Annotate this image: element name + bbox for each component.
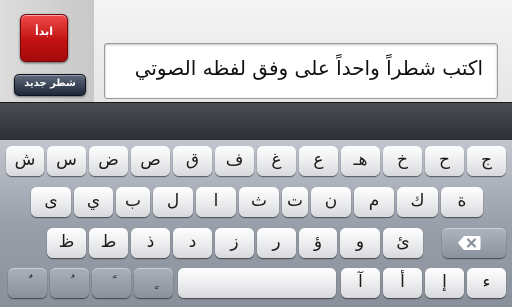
key[interactable]: ش	[6, 146, 44, 176]
key[interactable]: م	[354, 187, 394, 217]
key[interactable]: و	[340, 228, 380, 258]
key[interactable]: ى	[31, 187, 71, 217]
start-button-label: ابدأ	[34, 25, 54, 38]
key[interactable]: ث	[239, 187, 279, 217]
key[interactable]: س	[47, 146, 86, 176]
key[interactable]: ر	[257, 228, 296, 258]
key[interactable]: ج	[467, 146, 506, 176]
key[interactable]: ذ	[131, 228, 170, 258]
key[interactable]: ق	[173, 146, 212, 176]
key[interactable]: آ	[341, 268, 380, 298]
key[interactable]: ؤ	[299, 228, 337, 258]
backspace-icon	[457, 236, 481, 250]
key[interactable]: ي	[74, 187, 113, 217]
key[interactable]: ُ	[50, 268, 89, 298]
toolbar-band	[0, 102, 512, 141]
start-button[interactable]: ابدأ	[20, 14, 68, 62]
key[interactable]: ت	[282, 187, 308, 217]
prompt-text: اكتب شطراً واحداً على وفق لفظه الصوتي	[134, 56, 483, 80]
key[interactable]: ط	[89, 228, 128, 258]
space-key[interactable]	[178, 268, 336, 298]
key[interactable]: ز	[215, 228, 254, 258]
key[interactable]: ة	[441, 187, 483, 217]
key[interactable]: ب	[116, 187, 150, 217]
screen: ابدأ شطر جديد اكتب شطراً واحداً على وفق …	[0, 0, 512, 307]
key[interactable]: ئ	[383, 228, 423, 258]
key[interactable]: خ	[383, 146, 422, 176]
key[interactable]: ن	[311, 187, 351, 217]
key[interactable]: ظ	[47, 228, 86, 258]
key[interactable]: ح	[425, 146, 464, 176]
key[interactable]: ٌ	[8, 268, 47, 298]
prompt-box[interactable]: اكتب شطراً واحداً على وفق لفظه الصوتي	[104, 43, 498, 99]
key[interactable]: إ	[425, 268, 464, 298]
key[interactable]: ع	[299, 146, 338, 176]
key[interactable]: ض	[89, 146, 128, 176]
new-line-button-label: شطر جديد	[24, 78, 76, 89]
keyboard: ج ح خ هـ ع غ ف ق ص ض س ش ة ك م ن ت ث ا ل…	[0, 140, 512, 307]
key[interactable]: ل	[153, 187, 193, 217]
key[interactable]: ٍ	[134, 268, 173, 298]
key[interactable]: ء	[467, 268, 506, 298]
key[interactable]: د	[173, 228, 212, 258]
new-line-button[interactable]: شطر جديد	[14, 74, 86, 96]
key[interactable]: غ	[257, 146, 296, 176]
backspace-key[interactable]	[442, 228, 506, 258]
key[interactable]: ً	[92, 268, 131, 298]
key[interactable]: أ	[383, 268, 422, 298]
key[interactable]: ف	[215, 146, 254, 176]
key[interactable]: ا	[196, 187, 236, 217]
key[interactable]: ص	[131, 146, 170, 176]
key[interactable]: هـ	[341, 146, 380, 176]
top-panel: ابدأ شطر جديد اكتب شطراً واحداً على وفق …	[0, 0, 512, 102]
key[interactable]: ك	[397, 187, 438, 217]
